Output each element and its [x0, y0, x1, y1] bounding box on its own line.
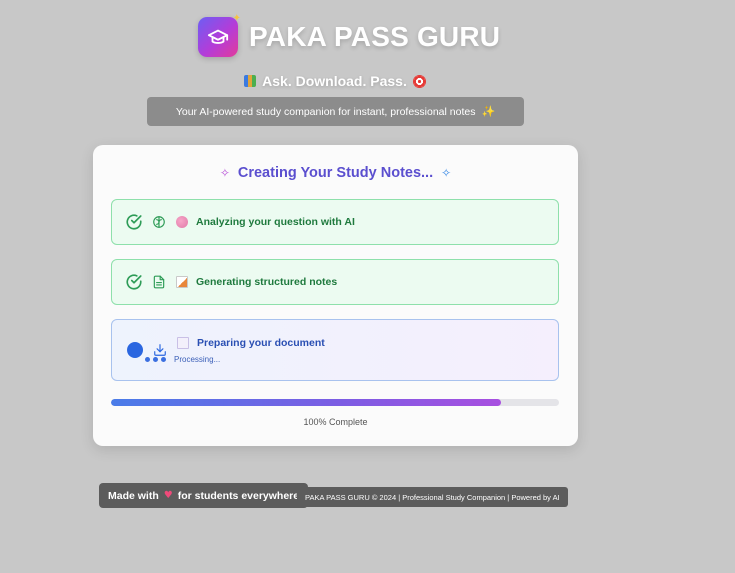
- step-label: Preparing your document: [197, 336, 325, 349]
- sparkles-icon: ✧: [441, 166, 452, 180]
- sparkles-icon: ✨: [481, 105, 496, 118]
- check-circle-icon: [126, 214, 142, 230]
- step-label: Analyzing your question with AI: [196, 216, 355, 228]
- brain-emoji-icon: [176, 216, 188, 228]
- app-logo: ✦: [198, 13, 241, 57]
- step-generating: Generating structured notes: [111, 259, 559, 305]
- footer-made-post: for students everywhere: [177, 489, 300, 502]
- step-preparing: Preparing your document Processing...: [111, 319, 559, 381]
- memo-icon: [176, 276, 188, 288]
- document-icon: [153, 275, 165, 289]
- progress-bar-fill: [111, 399, 501, 406]
- graduation-cap-icon: [207, 29, 229, 44]
- active-step-text: Preparing your document Processing...: [145, 336, 325, 364]
- check-circle-icon: [126, 274, 142, 290]
- subtitle-text: Your AI-powered study companion for inst…: [175, 105, 476, 118]
- sparkle-icon: ✦: [232, 13, 241, 24]
- in-progress-indicator: [127, 342, 143, 358]
- footer-made-with: Made with ♥ for students everywhere: [99, 483, 309, 508]
- brand-header: ✦ PAKA PASS GURU: [198, 13, 501, 57]
- progress-card: ✧ Creating Your Study Notes... ✧ Analyzi…: [93, 145, 578, 446]
- sparkles-icon: ✧: [219, 166, 230, 180]
- target-icon: [412, 74, 426, 88]
- footer-made-pre: Made with: [108, 489, 159, 502]
- heart-icon: ♥: [163, 490, 173, 501]
- page-icon: [177, 336, 189, 349]
- card-title: Creating Your Study Notes...: [237, 165, 434, 181]
- subtitle-banner: Your AI-powered study companion for inst…: [147, 97, 524, 126]
- app-title: PAKA PASS GURU: [249, 21, 501, 52]
- books-icon: [244, 75, 257, 87]
- footer-copyright: PAKA PASS GURU © 2024 | Professional Stu…: [297, 487, 568, 507]
- processing-text: Processing...: [174, 354, 221, 364]
- card-header: ✧ Creating Your Study Notes... ✧: [93, 165, 578, 181]
- step-label: Generating structured notes: [196, 276, 338, 288]
- step-analyzing: Analyzing your question with AI: [111, 199, 559, 245]
- progress-label: 100% Complete: [303, 417, 368, 427]
- brain-icon: [153, 216, 165, 228]
- tagline: Ask. Download. Pass.: [262, 73, 407, 89]
- processing-row: Processing...: [145, 355, 325, 364]
- tagline-row: Ask. Download. Pass.: [0, 73, 670, 89]
- loading-dots: [145, 356, 166, 362]
- app-page: ✦ PAKA PASS GURU Ask. Download. Pass. Yo…: [0, 0, 735, 573]
- progress-bar: [111, 399, 559, 406]
